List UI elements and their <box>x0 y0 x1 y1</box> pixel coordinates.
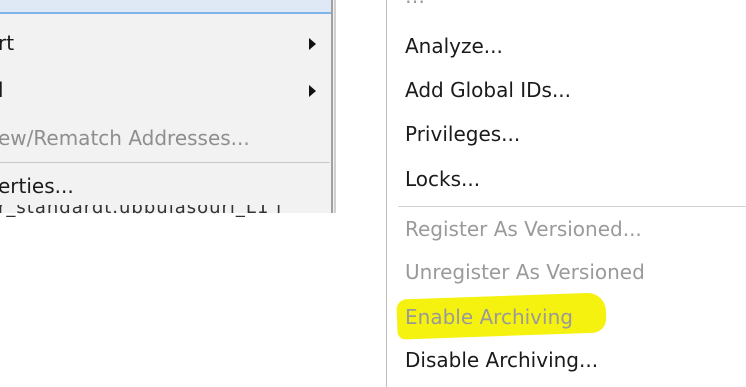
left-menu-item-properties[interactable]: erties... <box>0 164 330 208</box>
right-menu-item-disable-archiving[interactable]: Disable Archiving... <box>405 338 598 382</box>
left-menu-separator <box>0 162 330 163</box>
left-menu-item-label: ew/Rematch Addresses... <box>0 126 250 150</box>
background-tree-item-label: r_standardt.ubbuiasouri_L1 i <box>0 205 283 218</box>
left-menu-shadow <box>334 0 336 213</box>
right-menu-item-locks[interactable]: Locks... <box>405 157 480 201</box>
left-menu-item-export[interactable]: rt <box>0 21 330 65</box>
left-menu-item-label: l <box>0 78 4 102</box>
submenu-arrow-icon <box>309 85 316 97</box>
right-menu-item-enable-archiving[interactable]: Enable Archiving <box>405 295 573 339</box>
right-menu-item-add-global-ids[interactable]: Add Global IDs... <box>405 68 571 112</box>
left-context-menu: rt l ew/Rematch Addresses... erties... <box>0 0 336 213</box>
left-menu-item-submenu[interactable]: l <box>0 68 330 112</box>
left-menu-item-label: rt <box>0 31 15 55</box>
left-menu-item-label: erties... <box>0 174 74 198</box>
right-menu-item-unregister-as-versioned[interactable]: Unregister As Versioned <box>405 250 645 294</box>
background-tree-item-text: r_standardt.ubbuiasouri_L1 i <box>0 205 336 219</box>
right-menu-item-privileges[interactable]: Privileges... <box>405 112 520 156</box>
submenu-arrow-icon <box>309 38 316 50</box>
left-menu-item-rematch-addresses[interactable]: ew/Rematch Addresses... <box>0 116 330 160</box>
left-menu-border <box>331 0 333 213</box>
right-menu-item-analyze[interactable]: Analyze... <box>405 24 503 68</box>
right-menu-left-border <box>386 0 387 387</box>
right-menu-item-cut-off: … <box>405 0 425 8</box>
right-menu-item-register-as-versioned[interactable]: Register As Versioned... <box>405 207 642 251</box>
left-menu-hovered-item-edge[interactable] <box>0 0 332 14</box>
